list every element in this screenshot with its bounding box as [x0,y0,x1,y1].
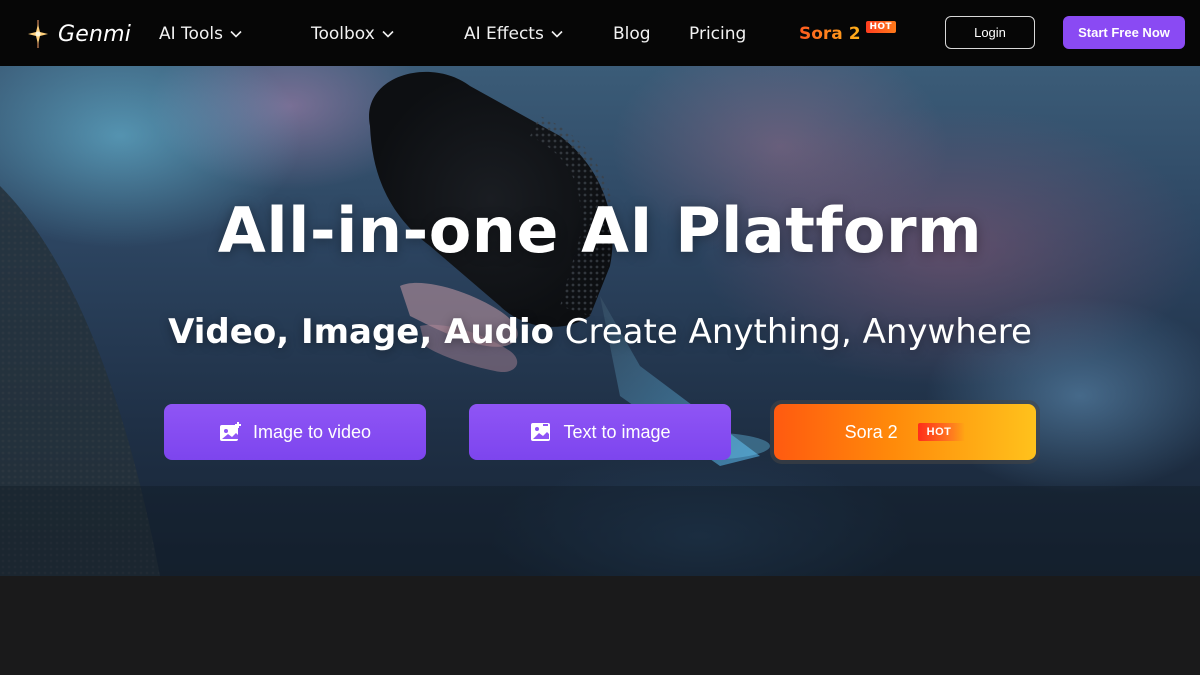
image-to-video-button[interactable]: Image to video [164,404,426,460]
hero-banner: All-in-one AI Platform Video, Image, Aud… [0,66,1200,576]
nav-blog-label: Blog [613,24,651,44]
nav-pricing[interactable]: Pricing [689,20,746,48]
sora-2-label: Sora 2 [844,421,898,442]
image-to-video-icon [219,422,241,441]
chevron-down-icon [230,30,242,38]
nav-toolbox[interactable]: Toolbox [311,20,394,48]
top-navbar: Genmi AI Tools Toolbox AI Effects Blog P… [0,0,1200,66]
logo-text: Genmi [58,21,132,47]
chevron-down-icon [551,30,563,38]
page-content-area [0,576,1200,675]
login-button[interactable]: Login [945,16,1035,49]
nav-ai-tools[interactable]: AI Tools [159,20,242,48]
nav-sora-2[interactable]: Sora 2 HOT [799,20,896,48]
nav-pricing-label: Pricing [689,24,747,44]
sparkle-logo-icon [16,20,52,48]
start-free-button[interactable]: Start Free Now [1063,16,1185,49]
nav-ai-effects[interactable]: AI Effects [464,20,563,48]
chevron-down-icon [382,30,394,38]
hero-title: All-in-one AI Platform [217,194,983,267]
nav-blog[interactable]: Blog [613,20,651,48]
hot-badge: HOT [865,21,896,33]
text-to-image-label: Text to image [563,421,671,442]
nav-ai-effects-label: AI Effects [464,24,544,44]
nav-sora-label: Sora 2 [799,24,861,44]
sora-2-button[interactable]: Sora 2 HOT [774,404,1036,460]
hero-subtitle-rest: Create Anything, Anywhere [553,312,1032,352]
nav-ai-tools-label: AI Tools [159,24,223,44]
hero-subtitle: Video, Image, Audio Create Anything, Any… [0,312,1200,352]
hero-subtitle-bold: Video, Image, Audio [168,312,554,352]
hot-badge: HOT [917,423,966,441]
logo[interactable]: Genmi [14,18,131,50]
nav-toolbox-label: Toolbox [311,24,375,44]
image-to-video-label: Image to video [252,421,372,442]
text-to-image-button[interactable]: Text to image [469,404,731,460]
text-to-image-icon [531,423,551,441]
